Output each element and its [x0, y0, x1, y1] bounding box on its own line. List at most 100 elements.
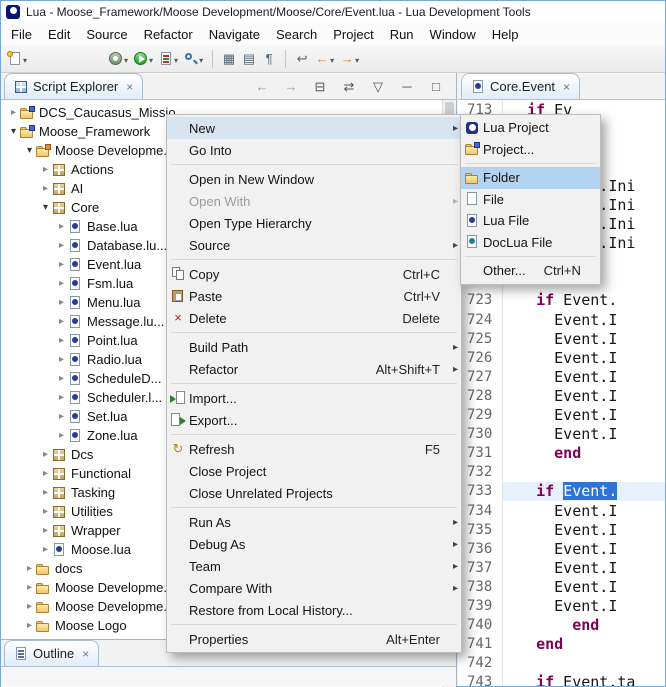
menu-item-build-path[interactable]: Build Path — [167, 336, 461, 358]
view-back-button[interactable]: ← — [252, 75, 272, 99]
code-text[interactable]: if Event. — [503, 291, 665, 310]
coverage-button[interactable] — [156, 47, 181, 71]
line-number[interactable]: 741 — [458, 635, 503, 654]
code-text[interactable]: if Event.ta — [503, 673, 665, 686]
code-text[interactable]: Event.I — [503, 596, 665, 615]
line-number[interactable]: 735 — [458, 520, 503, 539]
expander-icon[interactable]: ▸ — [39, 183, 52, 194]
back-button[interactable]: ← — [312, 47, 337, 71]
code-text[interactable]: Event.I — [503, 406, 665, 425]
line-number[interactable]: 738 — [458, 577, 503, 596]
code-text[interactable]: Event.I — [503, 539, 665, 558]
menu-item-team[interactable]: Team — [167, 555, 461, 577]
expander-icon[interactable]: ▾ — [7, 126, 20, 137]
expander-icon[interactable]: ▸ — [55, 297, 68, 308]
menu-edit[interactable]: Edit — [40, 24, 78, 45]
menu-item-import[interactable]: Import... — [167, 387, 461, 409]
code-text[interactable]: if Event. — [503, 482, 665, 501]
menu-item-source[interactable]: Source — [167, 234, 461, 256]
submenu-item-doclua-file[interactable]: DocLua File — [461, 232, 600, 254]
maximize-button[interactable]: □ — [426, 75, 446, 99]
grid-view-button[interactable]: ▦ — [219, 47, 239, 71]
line-number[interactable]: 742 — [458, 654, 503, 673]
menu-item-copy[interactable]: CopyCtrl+C — [167, 263, 461, 285]
code-text[interactable]: Event.I — [503, 386, 665, 405]
expander-icon[interactable]: ▸ — [55, 221, 68, 232]
line-number[interactable]: 723 — [458, 291, 503, 310]
menu-item-open-type-hierarchy[interactable]: Open Type Hierarchy — [167, 212, 461, 234]
menu-file[interactable]: File — [3, 24, 40, 45]
menu-item-go-into[interactable]: Go Into — [167, 139, 461, 161]
expander-icon[interactable]: ▸ — [55, 240, 68, 251]
collapse-all-button[interactable]: ⊟ — [310, 75, 330, 99]
run-button[interactable] — [131, 47, 156, 71]
expander-icon[interactable]: ▸ — [39, 468, 52, 479]
menu-project[interactable]: Project — [325, 24, 381, 45]
expander-icon[interactable]: ▸ — [23, 620, 36, 631]
submenu-item-lua-project[interactable]: Lua Project — [461, 117, 600, 139]
view-forward-button[interactable]: → — [281, 75, 301, 99]
menu-refactor[interactable]: Refactor — [136, 24, 201, 45]
code-text[interactable]: end — [503, 635, 665, 654]
tab-core-event[interactable]: Core.Event — [461, 73, 580, 99]
line-number[interactable]: 734 — [458, 501, 503, 520]
line-number[interactable]: 736 — [458, 539, 503, 558]
expander-icon[interactable]: ▸ — [23, 582, 36, 593]
expander-icon[interactable]: ▸ — [55, 316, 68, 327]
menu-item-close-unrelated-projects[interactable]: Close Unrelated Projects — [167, 482, 461, 504]
submenu-item-other[interactable]: Other...Ctrl+N — [461, 260, 600, 282]
submenu-item-file[interactable]: File — [461, 189, 600, 211]
expander-icon[interactable]: ▸ — [7, 107, 20, 118]
line-number[interactable]: 737 — [458, 558, 503, 577]
minimize-button[interactable]: ─ — [397, 75, 417, 99]
expander-icon[interactable]: ▸ — [39, 487, 52, 498]
menu-window[interactable]: Window — [422, 24, 484, 45]
menu-search[interactable]: Search — [268, 24, 325, 45]
expander-icon[interactable]: ▸ — [39, 506, 52, 517]
forward-button[interactable]: → — [337, 47, 362, 71]
line-number[interactable]: 724 — [458, 310, 503, 329]
line-number[interactable]: 727 — [458, 367, 503, 386]
dropdown-caret-icon[interactable] — [149, 50, 153, 68]
expander-icon[interactable]: ▸ — [55, 392, 68, 403]
expander-icon[interactable]: ▸ — [39, 449, 52, 460]
menu-item-open-with[interactable]: Open With — [167, 190, 461, 212]
external-tools-button[interactable] — [106, 47, 131, 71]
code-text[interactable] — [503, 654, 665, 673]
line-number[interactable]: 743 — [458, 673, 503, 686]
code-text[interactable]: Event.I — [503, 310, 665, 329]
expander-icon[interactable]: ▸ — [39, 544, 52, 555]
code-text[interactable]: Event.I — [503, 501, 665, 520]
expander-icon[interactable]: ▸ — [55, 430, 68, 441]
dropdown-caret-icon[interactable] — [174, 50, 178, 68]
menu-item-debug-as[interactable]: Debug As — [167, 533, 461, 555]
line-number[interactable]: 740 — [458, 616, 503, 635]
expander-icon[interactable]: ▾ — [23, 145, 36, 156]
expander-icon[interactable]: ▸ — [55, 354, 68, 365]
expander-icon[interactable]: ▸ — [23, 563, 36, 574]
close-icon[interactable] — [82, 647, 89, 661]
line-number[interactable]: 739 — [458, 596, 503, 615]
line-number[interactable]: 725 — [458, 329, 503, 348]
line-number[interactable]: 726 — [458, 348, 503, 367]
expander-icon[interactable]: ▸ — [55, 278, 68, 289]
menu-item-paste[interactable]: PasteCtrl+V — [167, 285, 461, 307]
menu-source[interactable]: Source — [78, 24, 135, 45]
line-number[interactable]: 730 — [458, 425, 503, 444]
code-text[interactable]: Event.I — [503, 367, 665, 386]
menu-item-properties[interactable]: PropertiesAlt+Enter — [167, 628, 461, 650]
link-with-editor-button[interactable]: ⇄ — [339, 75, 359, 99]
line-number[interactable]: 729 — [458, 406, 503, 425]
expander-icon[interactable]: ▸ — [55, 335, 68, 346]
code-text[interactable] — [503, 463, 665, 482]
code-text[interactable]: end — [503, 616, 665, 635]
formatting-marks-button[interactable]: ¶ — [259, 47, 279, 71]
code-text[interactable]: Event.I — [503, 577, 665, 596]
menu-item-open-in-new-window[interactable]: Open in New Window — [167, 168, 461, 190]
menu-help[interactable]: Help — [484, 24, 527, 45]
dropdown-caret-icon[interactable] — [199, 50, 203, 68]
close-icon[interactable] — [563, 80, 570, 94]
last-edit-location-button[interactable]: ↩ — [292, 47, 312, 71]
expander-icon[interactable]: ▸ — [39, 525, 52, 536]
line-number[interactable]: 733 — [458, 482, 503, 501]
